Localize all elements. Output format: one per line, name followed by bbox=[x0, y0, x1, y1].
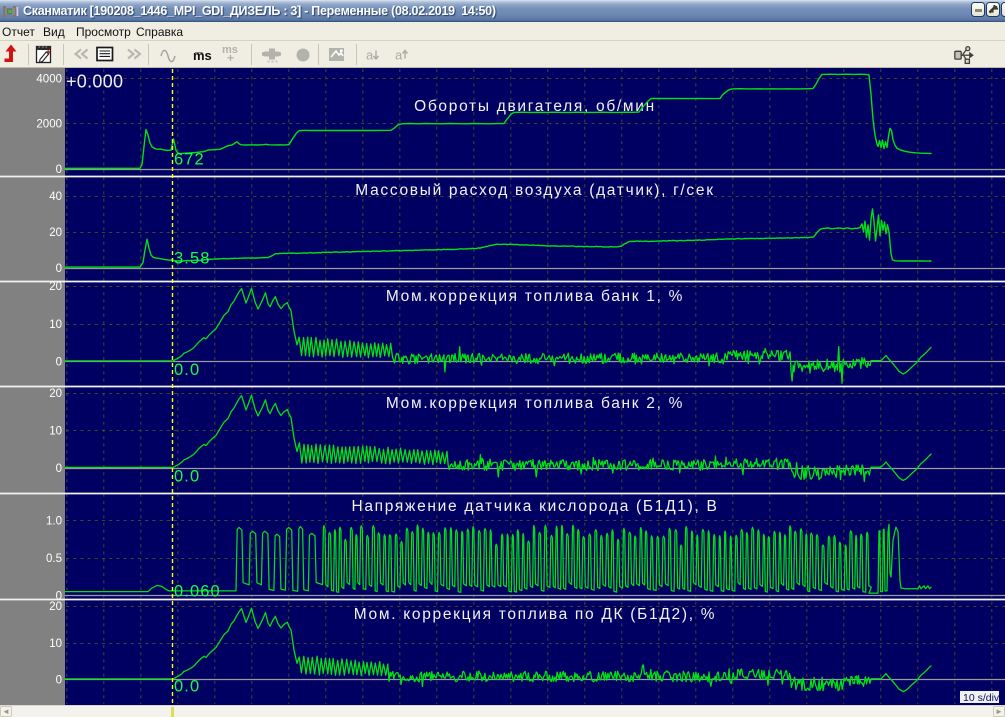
svg-text:20: 20 bbox=[49, 601, 62, 613]
svg-text:0.5: 0.5 bbox=[46, 553, 62, 565]
svg-text:4000: 4000 bbox=[36, 74, 62, 86]
svg-text:+0.000: +0.000 bbox=[66, 72, 123, 92]
svg-text:10: 10 bbox=[49, 638, 62, 650]
svg-text:0.060: 0.060 bbox=[174, 583, 221, 601]
svg-text:0: 0 bbox=[56, 463, 62, 475]
svg-text:20: 20 bbox=[49, 281, 62, 293]
svg-text:0.0: 0.0 bbox=[174, 468, 200, 486]
svg-text:Мом. коррекция топлива по ДК (: Мом. коррекция топлива по ДК (Б1Д2), % bbox=[354, 606, 716, 623]
svg-text:1.0: 1.0 bbox=[46, 516, 62, 528]
svg-text:a: a bbox=[366, 48, 374, 63]
svg-text:2000: 2000 bbox=[36, 119, 62, 131]
svg-text:0: 0 bbox=[56, 357, 62, 369]
svg-text:10: 10 bbox=[49, 426, 62, 438]
svg-text:3.58: 3.58 bbox=[174, 250, 211, 268]
svg-text:Мом.коррекция топлива банк 2,: Мом.коррекция топлива банк 2, % bbox=[386, 395, 684, 412]
svg-text:10: 10 bbox=[49, 319, 62, 331]
svg-text:0: 0 bbox=[56, 263, 62, 275]
svg-text:Мом.коррекция топлива банк 1,: Мом.коррекция топлива банк 1, % bbox=[386, 288, 684, 305]
svg-text:a: a bbox=[395, 48, 403, 63]
svg-text:+: + bbox=[227, 51, 234, 65]
svg-text:40: 40 bbox=[49, 191, 62, 203]
svg-text:20: 20 bbox=[49, 227, 62, 239]
svg-text:Массовый расход воздуха (датчи: Массовый расход воздуха (датчик), г/сек bbox=[355, 182, 714, 199]
svg-text:672: 672 bbox=[174, 151, 205, 169]
svg-text:0: 0 bbox=[56, 164, 62, 176]
svg-text:10 s/div: 10 s/div bbox=[963, 692, 1000, 704]
svg-text:0.0: 0.0 bbox=[174, 678, 200, 696]
svg-text:20: 20 bbox=[49, 388, 62, 400]
svg-text:0: 0 bbox=[56, 675, 62, 687]
svg-text:Напряжение датчика кислорода (: Напряжение датчика кислорода (Б1Д1), В bbox=[351, 498, 718, 515]
svg-text:0.0: 0.0 bbox=[174, 361, 200, 379]
svg-text:m̅s: m̅s bbox=[193, 48, 212, 63]
